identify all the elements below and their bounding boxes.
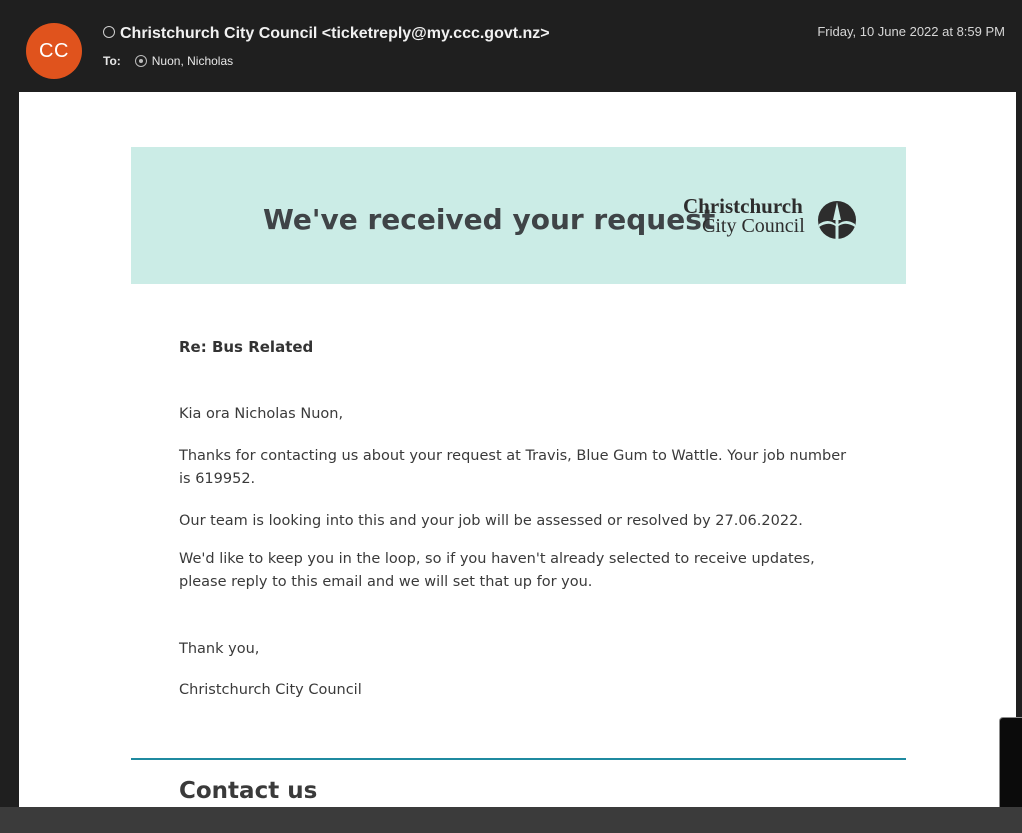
person-icon <box>134 54 147 67</box>
to-row: To: Nuon, Nicholas <box>103 54 233 68</box>
subject-line: Re: Bus Related <box>179 338 314 356</box>
thanks-line: Thank you, <box>179 641 260 657</box>
email-body: We've received your request Christchurch… <box>19 92 1016 807</box>
side-scroll-widget[interactable] <box>999 717 1022 819</box>
banner-title: We've received your request <box>263 203 716 236</box>
paragraph-job-number: Thanks for contacting us about your requ… <box>179 448 847 487</box>
council-logo: Christchurch City Council <box>683 194 863 244</box>
status-circle-icon <box>103 25 115 38</box>
sender-avatar[interactable]: CC <box>26 23 82 79</box>
recipient-name[interactable]: Nuon, Nicholas <box>152 54 233 68</box>
greeting: Kia ora Nicholas Nuon, <box>179 406 344 422</box>
paragraph-assessment: Our team is looking into this and your j… <box>179 513 803 529</box>
contact-heading: Contact us <box>179 778 318 804</box>
sent-date: Friday, 10 June 2022 at 8:59 PM <box>817 24 1005 39</box>
cathedral-logo-icon <box>818 201 856 239</box>
bottom-bar <box>0 807 1022 833</box>
email-header: CC Christchurch City Council <ticketrepl… <box>0 0 1022 92</box>
from-row: Christchurch City Council <ticketreply@m… <box>103 25 550 43</box>
email-banner: We've received your request Christchurch… <box>131 147 906 284</box>
section-divider <box>131 758 906 760</box>
paragraph-updates: We'd like to keep you in the loop, so if… <box>179 551 815 590</box>
sender-name[interactable]: Christchurch City Council <ticketreply@m… <box>120 25 550 42</box>
to-label: To: <box>103 54 121 68</box>
signature: Christchurch City Council <box>179 682 362 698</box>
logo-text-line2: City Council <box>702 215 805 237</box>
